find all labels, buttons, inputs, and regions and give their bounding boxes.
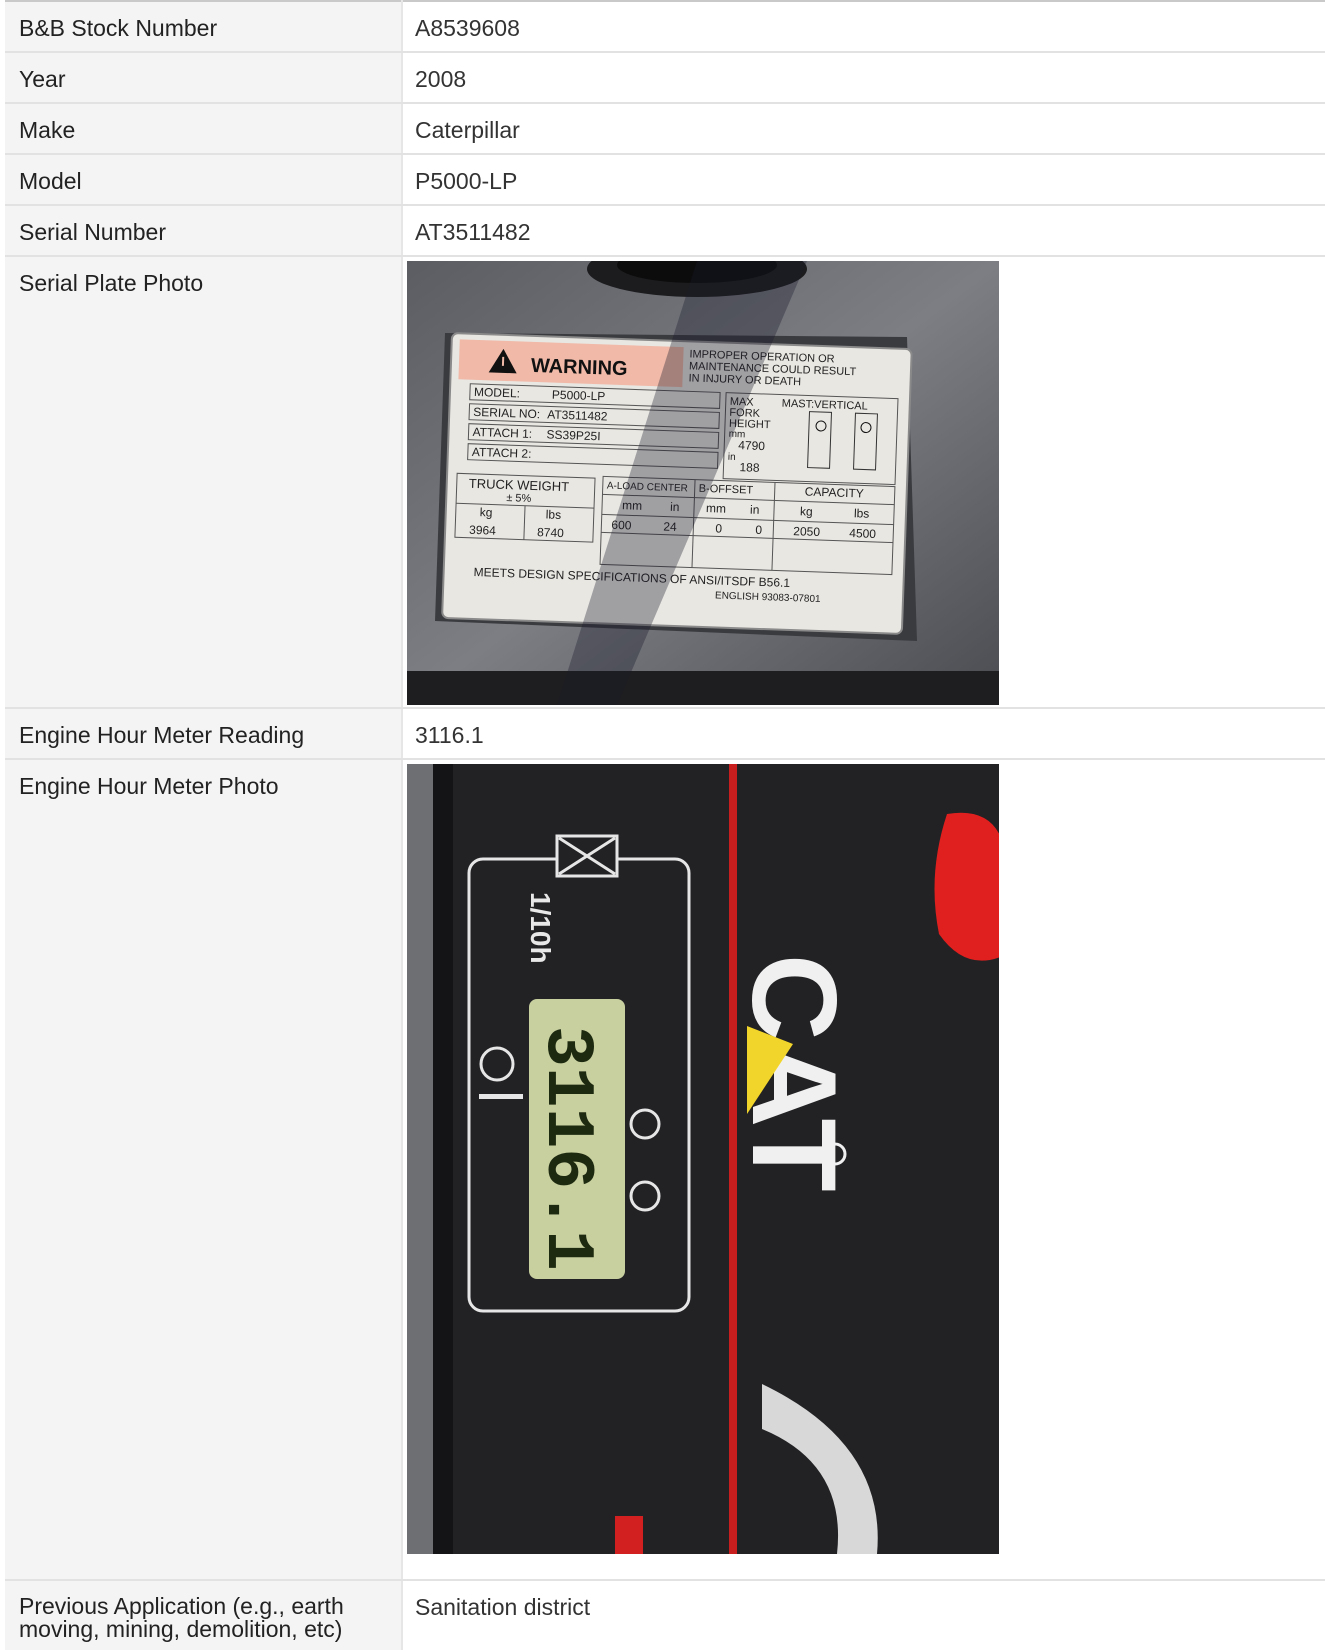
plate-serial-value: AT3511482 [547, 407, 608, 423]
plate-height-mm: 4790 [738, 438, 765, 453]
row-serial-plate-photo: Serial Plate Photo WARNING IMPROPER OPER… [5, 256, 1325, 709]
serial-number-value: AT3511482 [402, 205, 1325, 257]
plate-height-in-label: in [728, 452, 736, 463]
engine-hours-value: 3116.1 [402, 708, 1325, 760]
previous-application-value: Sanitation district [402, 1580, 1325, 1650]
model-label: Model [5, 154, 403, 206]
hour-meter-photo-label: Engine Hour Meter Photo [5, 759, 403, 1581]
plate-cap-kg-label: kg [800, 504, 813, 518]
plate-weight-kg-label: kg [480, 505, 493, 519]
year-label: Year [5, 52, 403, 104]
plate-offset-in-label: in [750, 503, 760, 517]
row-hour-meter-photo: Engine Hour Meter Photo 1/10h 3116.1 CAT [5, 759, 1325, 1581]
plate-attach1-label: ATTACH 1: [472, 425, 532, 441]
make-label: Make [5, 103, 403, 155]
plate-weight-lbs: 8740 [537, 525, 564, 540]
hour-meter-image: 1/10h 3116.1 CAT [407, 764, 999, 1554]
row-stock-number: B&B Stock Number A8539608 [5, 1, 1325, 53]
stock-number-label: B&B Stock Number [5, 1, 403, 53]
plate-capacity: CAPACITY [804, 484, 864, 500]
plate-cap-lbs-label: lbs [854, 506, 870, 521]
stock-number-value: A8539608 [402, 1, 1325, 53]
plate-weight-lbs-label: lbs [546, 507, 562, 522]
serial-number-label: Serial Number [5, 205, 403, 257]
previous-application-label: Previous Application (e.g., earth moving… [5, 1580, 403, 1650]
row-engine-hours: Engine Hour Meter Reading 3116.1 [5, 708, 1325, 760]
row-year: Year 2008 [5, 52, 1325, 104]
plate-weight-kg: 3964 [469, 523, 496, 538]
meter-display-value: 3116.1 [528, 1026, 605, 1271]
plate-attach2-label: ATTACH 2: [472, 445, 532, 461]
serial-plate-photo-cell: WARNING IMPROPER OPERATION OR MAINTENANC… [402, 256, 1325, 709]
row-serial-number: Serial Number AT3511482 [5, 205, 1325, 257]
row-previous-application: Previous Application (e.g., earth moving… [5, 1580, 1325, 1650]
plate-model-label: MODEL: [474, 385, 520, 401]
plate-offset-mm: 0 [715, 521, 722, 535]
plate-offset-in: 0 [755, 523, 762, 537]
serial-plate-photo[interactable]: WARNING IMPROPER OPERATION OR MAINTENANC… [407, 261, 999, 705]
plate-model-value: P5000-LP [552, 388, 606, 404]
make-value: Caterpillar [402, 103, 1325, 155]
meter-unit-label: 1/10h [525, 892, 556, 964]
equipment-spec-table: B&B Stock Number A8539608 Year 2008 Make… [5, 0, 1325, 1650]
hour-meter-photo-cell: 1/10h 3116.1 CAT [402, 759, 1325, 1581]
plate-warning-text: WARNING [531, 355, 628, 380]
model-value: P5000-LP [402, 154, 1325, 206]
year-value: 2008 [402, 52, 1325, 104]
row-make: Make Caterpillar [5, 103, 1325, 155]
plate-tolerance: ± 5% [506, 492, 532, 505]
row-model: Model P5000-LP [5, 154, 1325, 206]
plate-serial-label: SERIAL NO: [473, 405, 540, 421]
plate-cap-lbs: 4500 [849, 526, 876, 541]
plate-attach1-value: SS39P25I [546, 427, 601, 443]
plate-offset-mm-label: mm [706, 501, 726, 516]
serial-plate-photo-label: Serial Plate Photo [5, 256, 403, 709]
plate-cap-kg: 2050 [793, 524, 820, 539]
hour-meter-photo[interactable]: 1/10h 3116.1 CAT [407, 764, 999, 1554]
plate-height-in: 188 [739, 460, 760, 475]
serial-plate-image: WARNING IMPROPER OPERATION OR MAINTENANC… [407, 261, 999, 705]
engine-hours-label: Engine Hour Meter Reading [5, 708, 403, 760]
